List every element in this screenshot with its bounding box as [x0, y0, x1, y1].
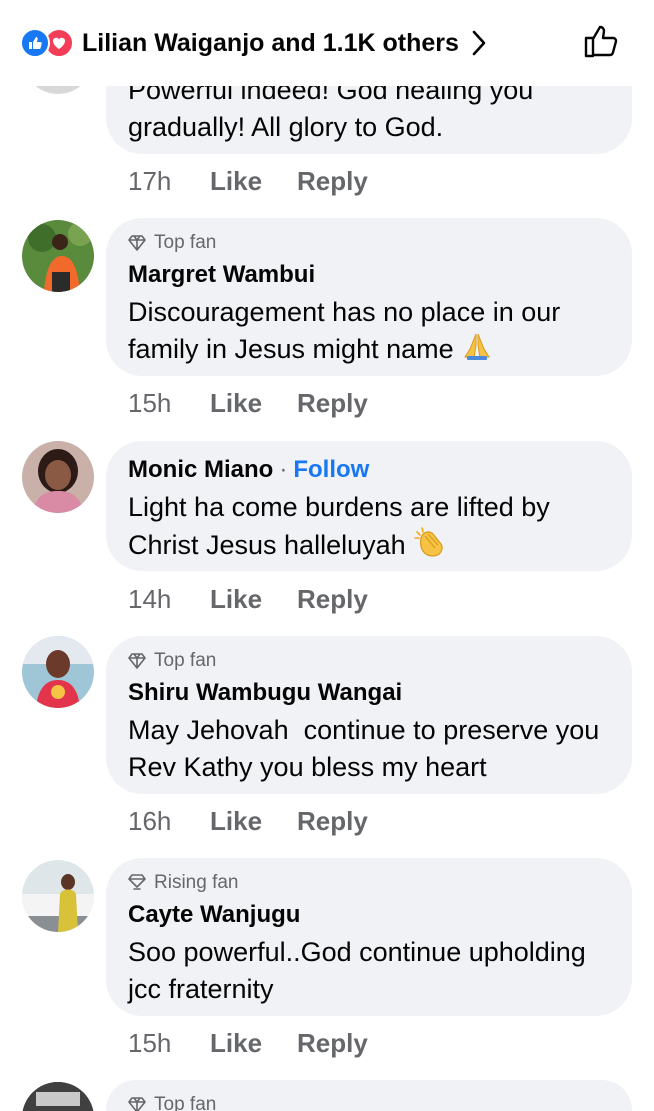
- reactions-header[interactable]: Lilian Waiganjo and 1.1K others: [0, 0, 654, 86]
- avatar[interactable]: [22, 441, 94, 513]
- comment-bubble[interactable]: Rising fan Cayte Wanjugu Soo powerful..G…: [106, 858, 632, 1016]
- diamond-icon: [128, 653, 146, 669]
- comment-actions: 15h Like Reply: [128, 1028, 368, 1059]
- commenter-name[interactable]: Margret Wambui: [128, 261, 315, 289]
- comment-text: Soo powerful..God continue upholding jcc…: [128, 937, 586, 1004]
- fan-badge: Top fan: [128, 650, 610, 672]
- reply-button[interactable]: Reply: [297, 388, 368, 419]
- diamond-icon: [128, 235, 146, 251]
- like-button[interactable]: Like: [210, 584, 297, 615]
- chevron-right-icon[interactable]: [471, 29, 487, 57]
- comment-actions: 15h Like Reply: [128, 388, 368, 419]
- like-button[interactable]: Like: [210, 806, 297, 837]
- avatar[interactable]: [22, 636, 94, 708]
- timestamp[interactable]: 14h: [128, 584, 210, 615]
- comment-text: Light ha come burdens are lifted by Chri…: [128, 489, 610, 568]
- commenter-name[interactable]: Shiru Wambugu Wangai: [128, 679, 402, 707]
- reply-button[interactable]: Reply: [297, 166, 368, 197]
- commenter-name[interactable]: Monic Miano: [128, 456, 273, 484]
- reply-button[interactable]: Reply: [297, 584, 368, 615]
- reply-button[interactable]: Reply: [297, 1028, 368, 1059]
- reply-button[interactable]: Reply: [297, 806, 368, 837]
- fan-badge: Rising fan: [128, 872, 610, 894]
- timestamp[interactable]: 17h: [128, 166, 210, 197]
- fan-badge: Top fan: [128, 232, 610, 254]
- like-button[interactable]: Like: [210, 388, 297, 419]
- avatar[interactable]: [22, 1082, 94, 1111]
- clapping-hands-icon: [413, 526, 447, 568]
- like-button[interactable]: Like: [210, 1028, 297, 1059]
- comment-text: Discouragement has no place in our famil…: [128, 294, 610, 371]
- badge-label: Top fan: [154, 232, 217, 253]
- reactions-summary[interactable]: Lilian Waiganjo and 1.1K others: [82, 29, 459, 58]
- comment-bubble[interactable]: Top fan Margret Wambui Discouragement ha…: [106, 218, 632, 376]
- badge-label: Top fan: [154, 650, 217, 671]
- separator-dot: ·: [279, 456, 288, 483]
- timestamp[interactable]: 15h: [128, 1028, 210, 1059]
- avatar[interactable]: [22, 220, 94, 292]
- timestamp[interactable]: 16h: [128, 806, 210, 837]
- folded-hands-icon: [461, 331, 493, 371]
- fan-badge: Top fan: [128, 1094, 610, 1111]
- comment-text: May Jehovah continue to preserve you Rev…: [128, 715, 607, 782]
- badge-label: Top fan: [154, 1094, 217, 1111]
- comment-actions: 14h Like Reply: [128, 584, 368, 615]
- timestamp[interactable]: 15h: [128, 388, 210, 419]
- comment-bubble[interactable]: Monic Miano · Follow Light ha come burde…: [106, 441, 632, 571]
- comment-bubble[interactable]: Top fan Shiru Wambugu Wangai May Jehovah…: [106, 636, 632, 794]
- reaction-icons: [20, 28, 74, 58]
- comment-actions: 16h Like Reply: [128, 806, 368, 837]
- rising-fan-icon: [128, 874, 146, 890]
- follow-button[interactable]: Follow: [293, 456, 369, 484]
- diamond-icon: [128, 1097, 146, 1111]
- like-button[interactable]: Like: [210, 166, 297, 197]
- like-icon: [20, 28, 50, 58]
- comment-actions: 17h Like Reply: [128, 166, 368, 197]
- comment-bubble[interactable]: Top fan: [106, 1080, 632, 1111]
- thumbs-up-outline-icon[interactable]: [582, 22, 620, 65]
- commenter-name[interactable]: Cayte Wanjugu: [128, 901, 300, 929]
- comment-text-line2: gradually! All glory to God.: [128, 112, 444, 142]
- avatar[interactable]: [22, 860, 94, 932]
- badge-label: Rising fan: [154, 872, 239, 893]
